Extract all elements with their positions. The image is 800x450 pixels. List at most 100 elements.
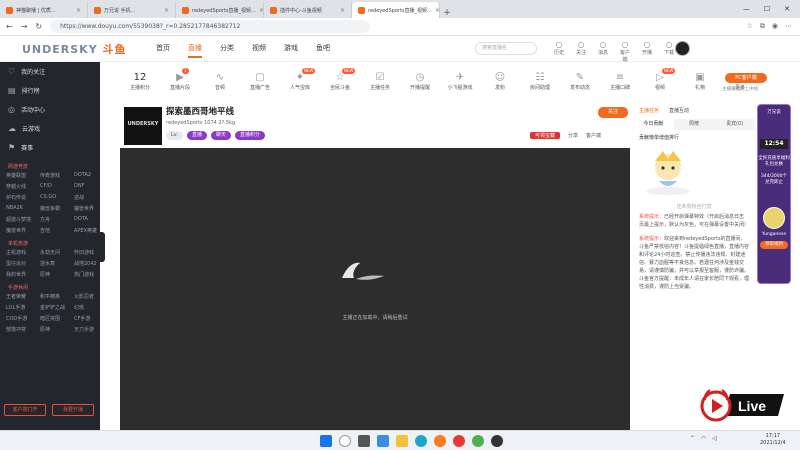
- header-broadcast-button[interactable]: ○ 开播: [640, 40, 654, 63]
- search-icon[interactable]: [339, 435, 351, 447]
- firefox-icon[interactable]: [434, 435, 446, 447]
- nav-item[interactable]: 直播: [188, 43, 202, 58]
- sidebar-category-link[interactable]: 幻塔: [74, 304, 104, 311]
- tab-vip[interactable]: 贵宾(0): [714, 119, 756, 130]
- sidebar-item[interactable]: ◎ 活动中心: [0, 100, 100, 119]
- sidebar-category-link[interactable]: 魔兽世界: [6, 227, 40, 234]
- room-tag[interactable]: 聊天: [210, 131, 231, 140]
- follow-button[interactable]: 关注: [598, 107, 628, 118]
- user-avatar[interactable]: [675, 41, 690, 56]
- header-download-button[interactable]: ○ 下载: [662, 40, 676, 63]
- sidebar-category-link[interactable]: LOL手游: [6, 304, 40, 311]
- forward-icon[interactable]: →: [21, 22, 28, 31]
- tab-live-interaction[interactable]: 直播互动: [669, 107, 689, 114]
- sidebar-category-link[interactable]: 永劫无间: [40, 249, 74, 256]
- wifi-icon[interactable]: ◠: [701, 435, 706, 442]
- sidebar-category-link[interactable]: 吉他: [40, 227, 74, 234]
- toolbar-item[interactable]: ✎ 发布动态: [560, 72, 600, 91]
- tab-close-icon[interactable]: ×: [164, 7, 169, 14]
- video-player[interactable]: 主播正在加载中，请稍后重试: [120, 148, 630, 430]
- browser-tab[interactable]: redeyedSports直播_视频… ×: [352, 2, 440, 18]
- sidebar-category-link[interactable]: 魔兽世界: [74, 205, 104, 212]
- toolbar-item[interactable]: ☷ 房间助理: [520, 72, 560, 91]
- menu-icon[interactable]: ⋯: [785, 22, 792, 31]
- nav-item[interactable]: 分类: [220, 43, 234, 58]
- sidebar-category-link[interactable]: DOTA: [74, 216, 104, 223]
- url-field[interactable]: https://www.douyu.com/5539038?_r=0.28521…: [50, 20, 371, 33]
- chevron-up-icon[interactable]: ⌃: [690, 435, 695, 442]
- toolbar-item[interactable]: ☺ 发粉: [480, 72, 520, 91]
- nav-item[interactable]: 游戏: [284, 43, 298, 58]
- tab-close-icon[interactable]: ×: [76, 7, 81, 14]
- sidebar-category-link[interactable]: 魔兽争霸: [40, 205, 74, 212]
- edge-icon[interactable]: [415, 435, 427, 447]
- room-tag[interactable]: 直播积分: [234, 131, 265, 140]
- pc-client-button[interactable]: PC客户端: [725, 73, 767, 83]
- header-message-button[interactable]: ○ 消息: [596, 40, 610, 63]
- sidebar-item[interactable]: ▤ 排行榜: [0, 81, 100, 100]
- sidebar-category-link[interactable]: 穿越火线: [6, 183, 40, 190]
- sidebar-category-link[interactable]: 部落冲突: [6, 326, 40, 333]
- minimize-icon[interactable]: —: [743, 5, 750, 13]
- tab-streamer-tasks[interactable]: 主播任务: [639, 107, 659, 114]
- client-button[interactable]: 客户端: [586, 132, 601, 139]
- search-input[interactable]: 搜索直播名: [475, 42, 537, 55]
- sidebar-category-link[interactable]: 主机游戏: [6, 249, 40, 256]
- sidebar-category-link[interactable]: 逆水寒: [40, 260, 74, 267]
- chrome-icon[interactable]: [472, 435, 484, 447]
- browser-tab[interactable]: redeyedSports直播_视频… ×: [176, 2, 264, 18]
- browser-tab[interactable]: 插件中心-斗鱼视频 ×: [264, 2, 352, 18]
- sidebar-category-link[interactable]: 炉石传说: [6, 194, 40, 201]
- tab-close-icon[interactable]: ×: [340, 7, 345, 14]
- recorder-icon[interactable]: [453, 435, 465, 447]
- widgets-icon[interactable]: [377, 435, 389, 447]
- tab-today[interactable]: 今日贡献: [633, 119, 674, 130]
- sidebar-category-link[interactable]: 暗区突围: [40, 315, 74, 322]
- taskbar-clock[interactable]: 17:17 2021/12/4: [760, 433, 786, 447]
- header-history-button[interactable]: ○ 历史: [552, 40, 566, 63]
- sidebar-category-link[interactable]: 我的世界: [6, 271, 40, 278]
- share-button[interactable]: 分享: [568, 132, 578, 139]
- profile-icon[interactable]: ◉: [772, 22, 778, 31]
- sidebar-category-link[interactable]: CF手游: [74, 315, 104, 322]
- toolbar-item[interactable]: 12 主播积分: [120, 72, 160, 91]
- sidebar-category-link[interactable]: 金铲铲之战: [40, 304, 74, 311]
- sidebar-category-link[interactable]: 热门游戏: [74, 271, 104, 278]
- obs-icon[interactable]: [491, 435, 503, 447]
- sidebar-category-link[interactable]: 火影忍者: [74, 293, 104, 300]
- extensions-icon[interactable]: ⧉: [760, 22, 765, 31]
- toolbar-item[interactable]: ≡ 主播口碑: [600, 72, 640, 91]
- sidebar-category-link[interactable]: 英雄联盟: [6, 172, 40, 179]
- sidebar-category-link[interactable]: 传奇游戏: [40, 172, 74, 179]
- sidebar-item[interactable]: ♡ 我的关注: [0, 62, 100, 81]
- volume-icon[interactable]: ◁: [712, 435, 717, 442]
- promo-widget[interactable]: 万兄说 12:54 全民充值享福利 礼包兑换 344/2000个 兑完即止 Yu…: [757, 104, 791, 284]
- sidebar-collapse-handle[interactable]: [100, 232, 105, 262]
- sidebar-category-link[interactable]: 王者荣耀: [6, 293, 40, 300]
- sidebar-category-link[interactable]: 和平精英: [40, 293, 74, 300]
- sidebar-category-link[interactable]: 天刀手游: [74, 326, 104, 333]
- toolbar-item[interactable]: ◷ 开播提醒: [400, 72, 440, 91]
- sidebar-category-link[interactable]: NBA2K: [6, 205, 40, 212]
- start-icon[interactable]: [320, 435, 332, 447]
- open-client-button[interactable]: 客户端打开: [4, 404, 46, 416]
- promo-claim-button[interactable]: 领取福利: [760, 241, 788, 249]
- toolbar-item[interactable]: ▷ 视频 NEW: [640, 67, 680, 91]
- sidebar-category-link[interactable]: 原神: [40, 326, 74, 333]
- header-upload-button[interactable]: ○ 客户端: [618, 40, 632, 63]
- room-tag[interactable]: 直播: [186, 131, 207, 140]
- sidebar-category-link[interactable]: CF/D: [40, 183, 74, 190]
- header-follow-button[interactable]: ○ 关注: [574, 40, 588, 63]
- toolbar-item[interactable]: ∿ 音频: [200, 72, 240, 91]
- toolbar-item[interactable]: ☆ 全民斗鱼 NEW: [320, 67, 360, 91]
- back-icon[interactable]: ←: [6, 22, 13, 31]
- tab-weekly[interactable]: 周榜: [673, 119, 715, 130]
- sidebar-category-link[interactable]: DNF: [74, 183, 104, 190]
- toolbar-item[interactable]: ▢ 直播广告: [240, 72, 280, 91]
- bookmark-icon[interactable]: ☆: [747, 22, 753, 31]
- task-view-icon[interactable]: [358, 435, 370, 447]
- toolbar-item[interactable]: ▣ 礼物: [680, 72, 720, 91]
- browser-tab[interactable]: 神猫聊播 | 优质... ×: [0, 2, 88, 18]
- sidebar-category-link[interactable]: COD手游: [6, 315, 40, 322]
- nav-item[interactable]: 鱼吧: [316, 43, 330, 58]
